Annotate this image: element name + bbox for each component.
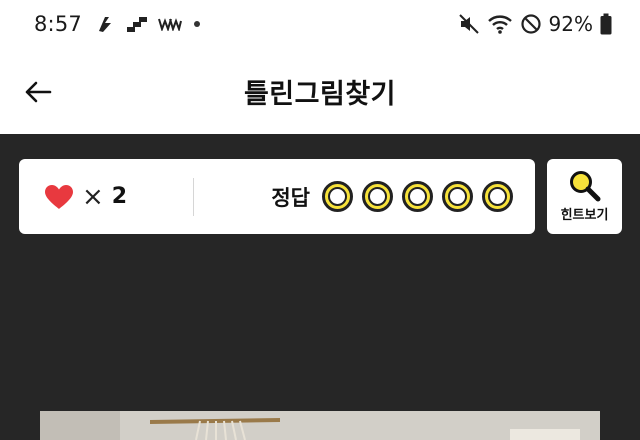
heart-icon [44, 184, 74, 210]
battery-icon [600, 13, 612, 35]
lives-count: 2 [111, 184, 128, 209]
wifi-icon [487, 13, 513, 35]
back-button[interactable] [20, 74, 56, 110]
app-header: 틀린그림찾기 [0, 48, 640, 134]
answer-slot [482, 181, 513, 212]
stairs-icon [126, 15, 148, 33]
score-panel: × 2 정답 [19, 159, 535, 234]
do-not-disturb-icon [520, 13, 542, 35]
answer-slot-inner [488, 187, 507, 206]
run-icon [96, 14, 116, 34]
status-right: 92% [458, 12, 612, 36]
answer-slot-inner [328, 187, 347, 206]
answer-slot-inner [448, 187, 467, 206]
ww-icon [158, 17, 182, 31]
hint-label: 힌트보기 [560, 208, 609, 223]
answer-slot-inner [408, 187, 427, 206]
status-time: 8:57 [34, 12, 82, 36]
answers-indicator: 정답 [194, 181, 535, 212]
page-title: 틀린그림찾기 [243, 78, 397, 110]
game-image-picture [40, 411, 600, 440]
notification-icons [96, 14, 202, 34]
answer-slots [322, 181, 513, 212]
arrow-left-icon [24, 80, 52, 104]
magnifier-icon [568, 170, 602, 202]
times-sign: × [82, 181, 104, 212]
dot-icon [192, 19, 202, 29]
answer-slot-inner [368, 187, 387, 206]
hint-button[interactable]: 힌트보기 [547, 159, 622, 234]
battery-percent: 92% [548, 12, 593, 36]
mute-icon [458, 13, 480, 35]
lives-indicator: × 2 [19, 184, 193, 210]
answer-label: 정답 [271, 185, 310, 210]
answer-slot [442, 181, 473, 212]
status-bar: 8:57 92% [0, 0, 640, 48]
game-image[interactable] [40, 411, 600, 440]
answer-slot [322, 181, 353, 212]
answer-slot [362, 181, 393, 212]
answer-slot [402, 181, 433, 212]
